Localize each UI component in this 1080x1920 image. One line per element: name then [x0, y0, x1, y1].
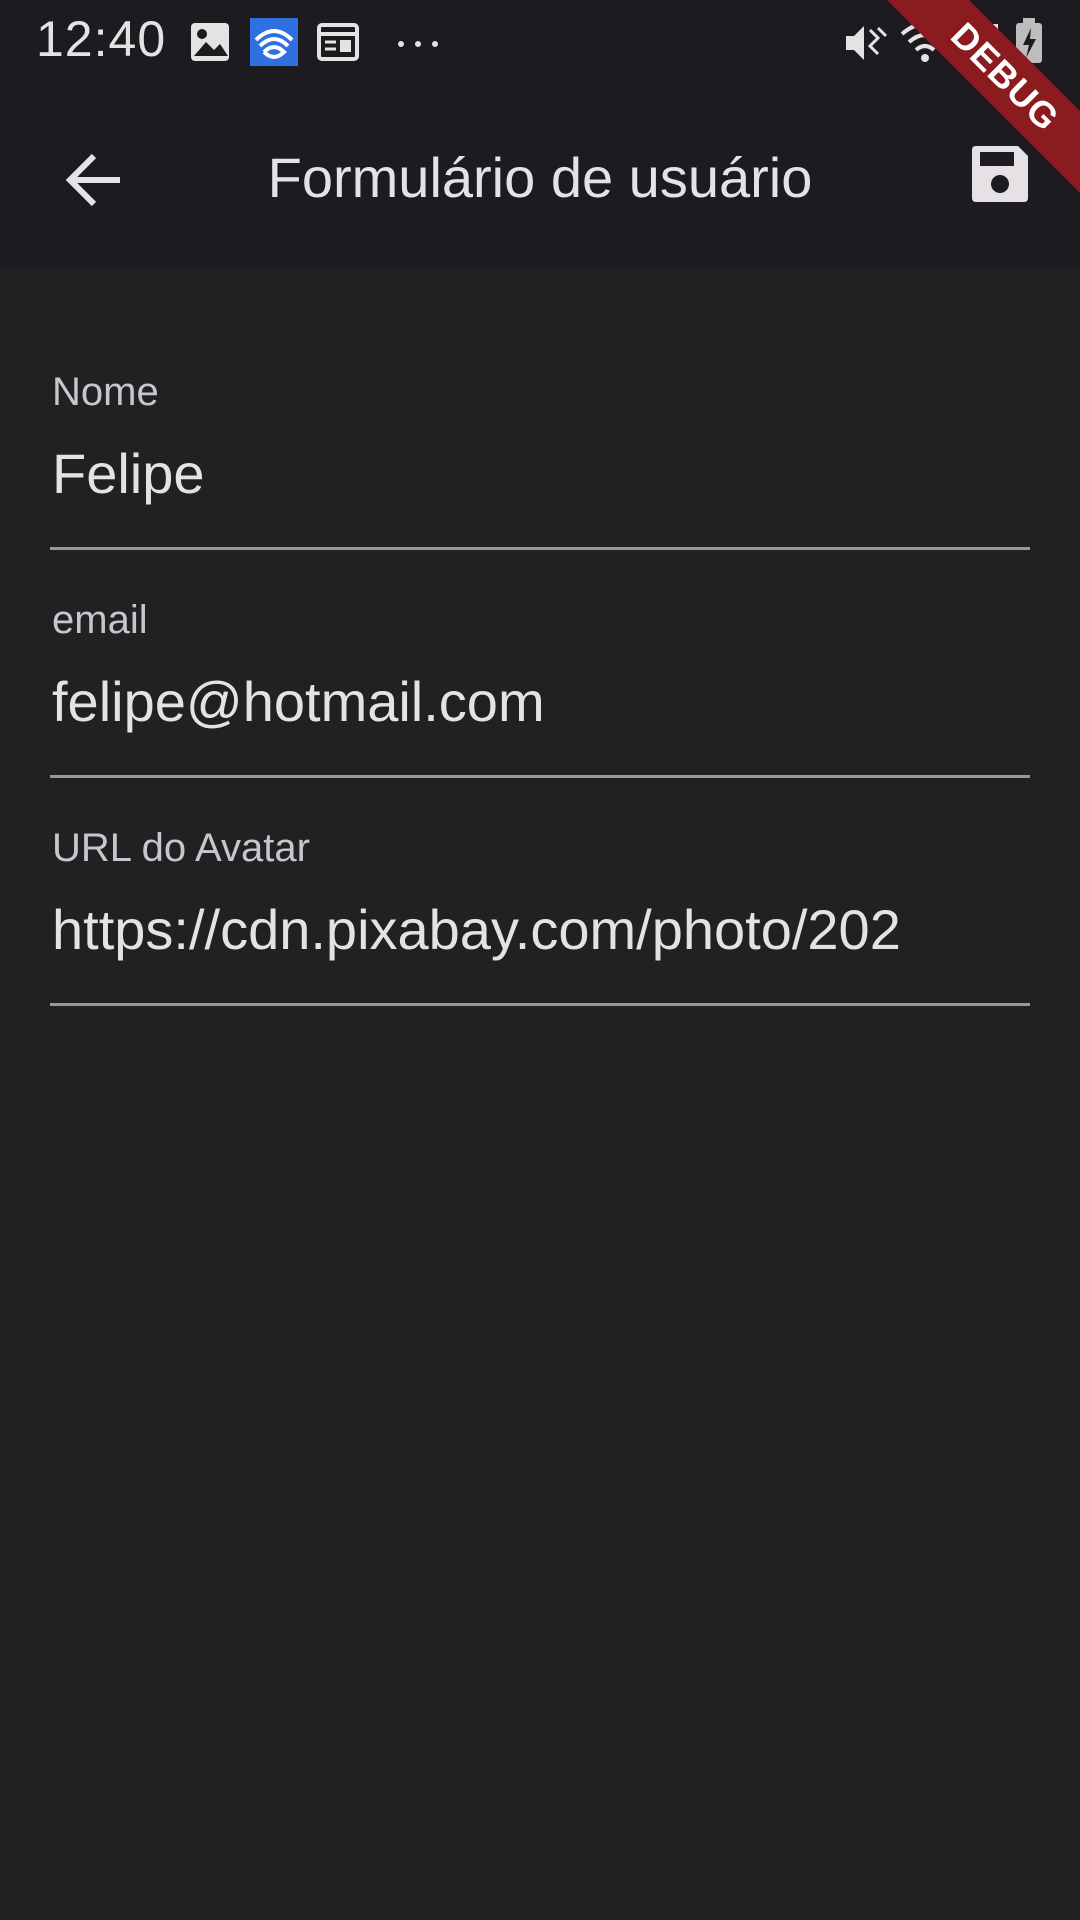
page-title: Formulário de usuário	[267, 146, 813, 209]
vibrate-icon	[842, 20, 888, 71]
avatar-url-field-label: URL do Avatar	[52, 826, 310, 870]
save-icon	[968, 142, 1032, 211]
app-notification-icon	[250, 18, 298, 71]
name-field-label: Nome	[52, 370, 159, 414]
status-time: 12:40	[36, 11, 167, 67]
image-icon	[188, 20, 232, 69]
more-dots-icon	[396, 36, 440, 54]
screen: 12:40 DEBUG Formulário de usuário Nome F…	[0, 0, 1080, 1920]
news-icon	[316, 20, 360, 69]
app-bar: Formulário de usuário	[0, 90, 1080, 268]
avatar-url-field-underline	[50, 1003, 1030, 1006]
save-button[interactable]	[958, 134, 1042, 218]
avatar-url-input[interactable]: https://cdn.pixabay.com/photo/202	[52, 894, 1032, 966]
email-field-label: email	[52, 598, 148, 642]
avatar-url-field[interactable]: URL do Avatar https://cdn.pixabay.com/ph…	[50, 724, 1030, 1006]
